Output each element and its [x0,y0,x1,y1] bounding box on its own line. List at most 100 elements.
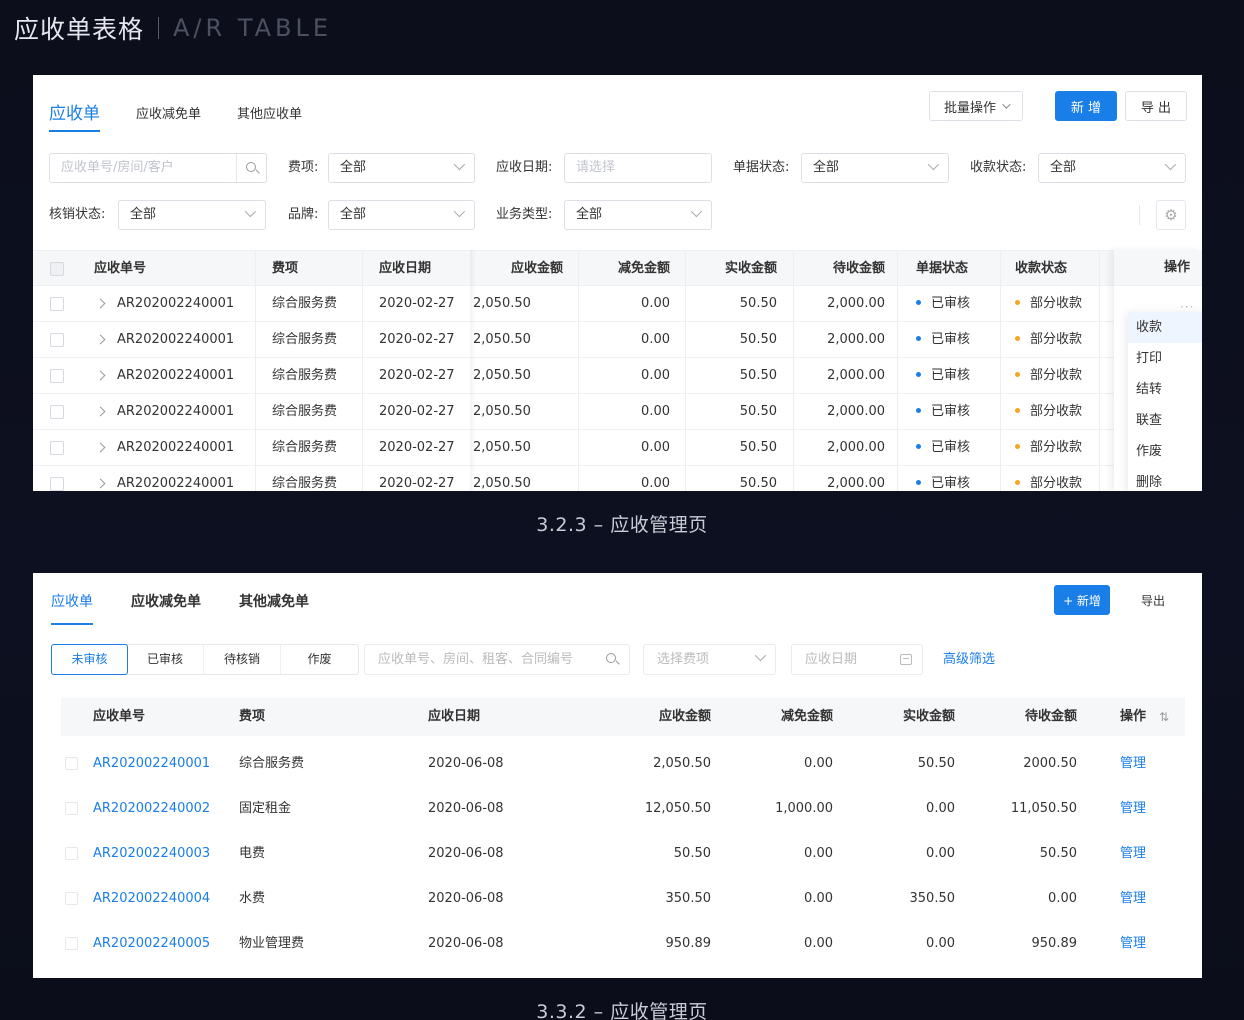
tab-bar: 应收单 应收减免单 其他应收单 [49,99,302,132]
column-divider [897,358,898,394]
row-checkbox[interactable] [50,441,64,455]
business-type-select[interactable]: 全部 [564,200,712,230]
cell-waived: 0.00 [641,368,670,383]
manage-link[interactable]: 管理 [1120,741,1146,786]
manage-link[interactable]: 管理 [1120,831,1146,876]
segment-audited[interactable]: 已审核 [127,645,204,674]
row-checkbox[interactable] [65,757,78,770]
table-row[interactable]: AR202002240001 综合服务费 2020-02-27 2,050.50 0.0… [33,322,1202,358]
chevron-right-icon[interactable] [95,406,106,417]
row-checkbox[interactable] [50,333,64,347]
row-checkbox[interactable] [65,937,78,950]
manage-link[interactable]: 管理 [1120,876,1146,921]
menu-item-void[interactable]: 作废 [1128,436,1202,467]
column-divider [1099,358,1100,394]
col-header-no: 应收单号 [93,709,146,724]
segment-unaudited[interactable]: 未审核 [51,644,128,675]
tab-receivable-waiver[interactable]: 应收减免单 [131,591,201,625]
row-checkbox[interactable] [65,892,78,905]
segment-pending-writeoff[interactable]: 待核销 [204,645,281,674]
segment-void[interactable]: 作废 [281,645,358,674]
chevron-right-icon[interactable] [95,442,106,453]
row-checkbox[interactable] [50,369,64,383]
table-row[interactable]: AR202002240001 综合服务费 2020-02-27 2,050.50 0.0… [33,466,1202,491]
manage-link[interactable]: 管理 [1120,786,1146,831]
cell-ar-no-link[interactable]: AR202002240004 [93,876,210,921]
fee-select[interactable]: 全部 [328,153,475,183]
menu-item-linked-query[interactable]: 联查 [1128,405,1202,436]
filter-columns-icon[interactable]: ⇅ [1159,698,1169,736]
column-divider [685,322,686,358]
date-picker[interactable]: 应收日期 [791,644,923,675]
cell-pay-status: 部分收款 [1015,466,1082,491]
tab-receivable-waiver[interactable]: 应收减免单 [136,103,201,132]
writeoff-status-select[interactable]: 全部 [118,200,266,230]
table-row[interactable]: AR202002240001 综合服务费 2020-02-27 2,050.50 0.0… [33,358,1202,394]
row-checkbox[interactable] [50,297,64,311]
date-picker[interactable]: 请选择 [564,153,712,183]
table-row[interactable]: AR202002240001 综合服务费 2020-02-27 2,050.50 0.0… [33,286,1202,322]
chevron-right-icon[interactable] [95,334,106,345]
menu-item-delete[interactable]: 删除 [1128,467,1202,491]
row-checkbox[interactable] [65,802,78,815]
table-row[interactable]: AR202002240001 综合服务费 2020-02-27 2,050.50 0.0… [33,394,1202,430]
manage-link[interactable]: 管理 [1120,921,1146,966]
chevron-down-icon [453,205,466,218]
cell-ar-no-link[interactable]: AR202002240005 [93,921,210,966]
row-checkbox[interactable] [50,477,64,491]
export-button[interactable]: 导 出 [1125,91,1187,121]
chevron-right-icon[interactable] [95,370,106,381]
page-heading: 应收单表格 A/R TABLE [14,10,332,46]
column-divider [1099,286,1100,322]
brand-select[interactable]: 全部 [328,200,475,230]
column-divider [1000,251,1001,287]
date-placeholder: 应收日期 [805,652,858,667]
export-button[interactable]: 导出 [1125,585,1181,615]
pay-status-text: 部分收款 [1030,332,1083,347]
cell-date: 2020-06-08 [428,846,504,861]
chevron-right-icon[interactable] [95,298,106,309]
row-checkbox[interactable] [65,847,78,860]
chevron-down-icon [927,158,940,171]
cell-pending: 2,000.00 [827,368,885,383]
cell-waived: 0.00 [804,756,833,771]
add-button[interactable]: + 新增 [1054,585,1110,615]
column-divider [1099,251,1100,287]
advanced-filter-link[interactable]: 高级筛选 [943,644,995,675]
cell-ar-no-link[interactable]: AR202002240003 [93,831,210,876]
tab-other-receivable[interactable]: 其他应收单 [237,103,302,132]
search-input[interactable]: 应收单号、房间、租客、合同编号 [364,644,630,675]
table-row[interactable]: AR202002240005 物业管理费 2020-06-08 950.89 0.00 0… [61,921,1185,966]
column-settings-button[interactable]: ⚙ [1156,200,1186,230]
fee-select[interactable]: 选择费项 [643,644,776,675]
table-row[interactable]: AR202002240001 综合服务费 2020-06-08 2,050.50 0.0… [61,741,1185,786]
table-row[interactable]: AR202002240004 水费 2020-06-08 350.50 0.00 350.… [61,876,1185,921]
cell-fee: 综合服务费 [272,332,338,347]
cell-pending: 2000.50 [1023,756,1077,771]
menu-item-print[interactable]: 打印 [1128,343,1202,374]
table-row[interactable]: AR202002240002 固定租金 2020-06-08 12,050.50 1,0… [61,786,1185,831]
cell-receivable: 950.89 [665,936,712,951]
search-input[interactable]: 应收单号/房间/客户 [49,153,267,183]
cell-ar-no-link[interactable]: AR202002240001 [93,741,210,786]
cell-receivable: 12,050.50 [644,801,711,816]
column-divider [793,358,794,394]
tab-other-waiver[interactable]: 其他减免单 [239,591,309,625]
batch-operation-label: 批量操作 [943,100,996,116]
tab-receivable[interactable]: 应收单 [51,591,93,625]
cell-date: 2020-02-27 [379,296,455,311]
select-all-checkbox[interactable] [50,262,64,276]
menu-item-collect[interactable]: 收款 [1128,312,1202,343]
chevron-right-icon[interactable] [95,478,106,489]
doc-status-select[interactable]: 全部 [801,153,949,183]
batch-operation-button[interactable]: 批量操作 [929,91,1023,121]
tab-receivable[interactable]: 应收单 [49,99,100,132]
add-button[interactable]: 新 增 [1055,91,1117,121]
pay-status-select[interactable]: 全部 [1038,153,1186,183]
cell-ar-no-link[interactable]: AR202002240002 [93,786,210,831]
row-checkbox[interactable] [50,405,64,419]
menu-item-carry-forward[interactable]: 结转 [1128,374,1202,405]
table-row[interactable]: AR202002240003 电费 2020-06-08 50.50 0.00 0.00 5… [61,831,1185,876]
table-row[interactable]: AR202002240001 综合服务费 2020-02-27 2,050.50 0.0… [33,430,1202,466]
cell-receivable: 350.50 [665,891,712,906]
